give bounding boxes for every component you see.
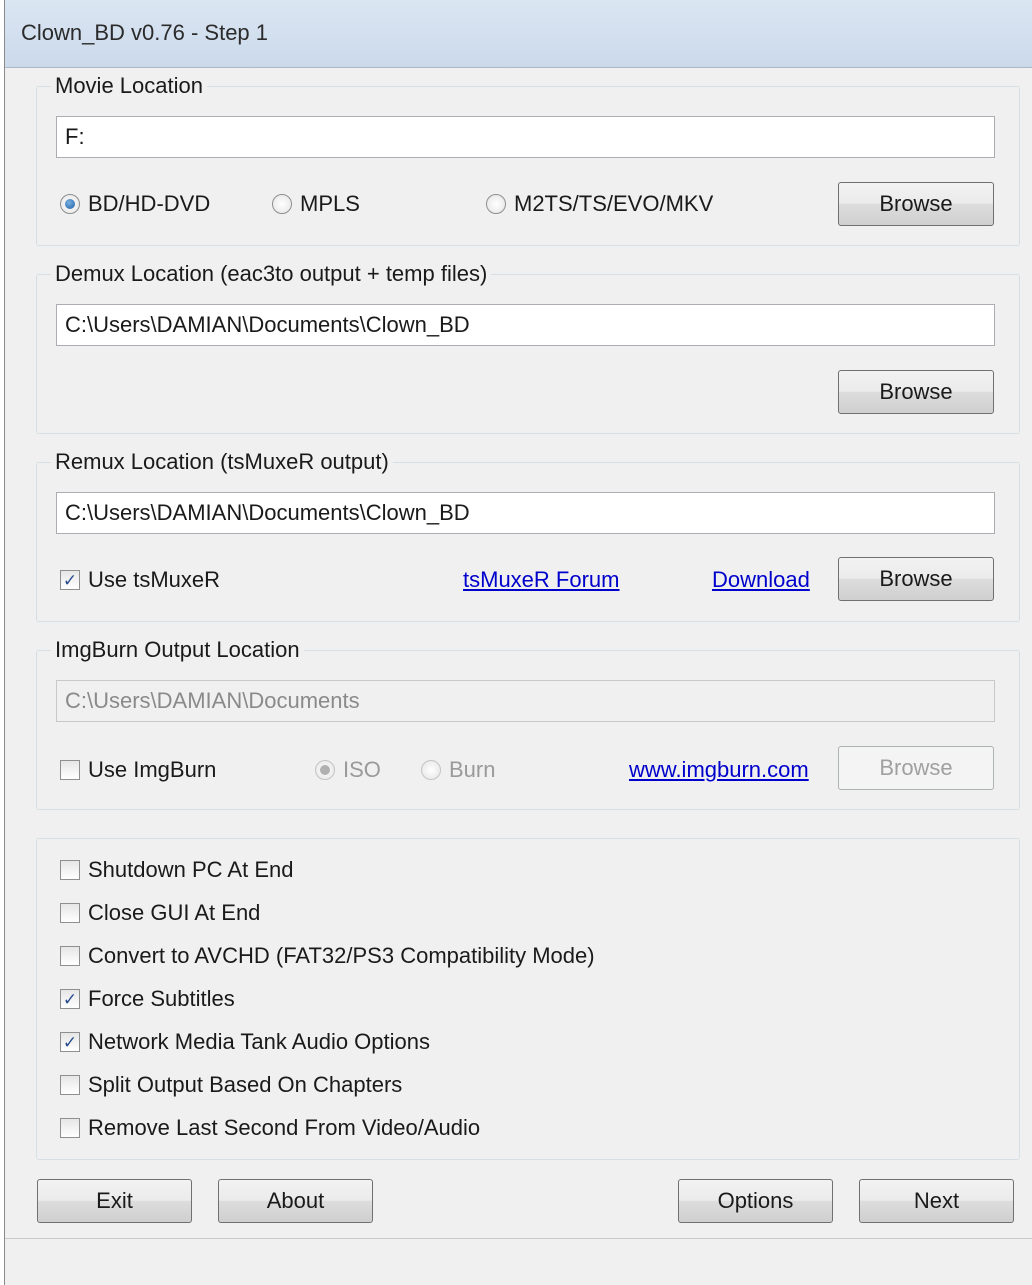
movie-browse-button[interactable]: Browse (838, 182, 994, 226)
next-button[interactable]: Next (859, 1179, 1014, 1223)
radio-iso-dot (315, 760, 335, 780)
option-force-subtitles-label: Force Subtitles (88, 986, 235, 1011)
radio-m2ts-label: M2TS/TS/EVO/MKV (514, 191, 714, 216)
option-remove-last-second-label: Remove Last Second From Video/Audio (88, 1115, 481, 1140)
option-avchd-box[interactable] (60, 946, 80, 966)
demux-path-input[interactable]: C:\Users\DAMIAN\Documents\Clown_BD (56, 304, 995, 346)
main-window: Clown_BD v0.76 - Step 1 Movie Location F… (4, 0, 1032, 1285)
imgburn-location-label: ImgBurn Output Location (51, 637, 304, 663)
option-force-subtitles[interactable]: ✓ Force Subtitles (60, 986, 235, 1012)
option-remove-last-second-box[interactable] (60, 1118, 80, 1138)
imgburn-path-input: C:\Users\DAMIAN\Documents (56, 680, 995, 722)
radio-m2ts-dot[interactable] (486, 194, 506, 214)
options-button[interactable]: Options (678, 1179, 833, 1223)
option-nmt-audio[interactable]: ✓ Network Media Tank Audio Options (60, 1029, 430, 1055)
use-tsmuxer-box[interactable]: ✓ (60, 570, 80, 590)
option-force-subtitles-box[interactable]: ✓ (60, 989, 80, 1009)
radio-burn-label: Burn (449, 757, 496, 782)
use-tsmuxer-checkbox[interactable]: ✓ Use tsMuxeR (60, 567, 220, 593)
option-close-gui[interactable]: Close GUI At End (60, 900, 260, 926)
remux-location-label: Remux Location (tsMuxeR output) (51, 449, 393, 475)
option-shutdown-label: Shutdown PC At End (88, 857, 294, 882)
movie-location-group: Movie Location F: BD/HD-DVD MPLS M2TS/TS… (36, 73, 1020, 246)
imgburn-location-group: ImgBurn Output Location C:\Users\DAMIAN\… (36, 637, 1020, 810)
window-title: Clown_BD v0.76 - Step 1 (21, 20, 269, 45)
radio-iso-label: ISO (343, 757, 381, 782)
radio-mpls-label: MPLS (300, 191, 360, 216)
imgburn-site-link[interactable]: www.imgburn.com (629, 757, 809, 783)
radio-bd-hddvd-label: BD/HD-DVD (88, 191, 211, 216)
option-remove-last-second[interactable]: Remove Last Second From Video/Audio (60, 1115, 480, 1141)
remux-location-group: Remux Location (tsMuxeR output) C:\Users… (36, 449, 1020, 622)
radio-iso: ISO (315, 757, 381, 783)
radio-burn: Burn (421, 757, 495, 783)
demux-browse-button[interactable]: Browse (838, 370, 994, 414)
demux-location-label: Demux Location (eac3to output + temp fil… (51, 261, 492, 287)
option-shutdown-box[interactable] (60, 860, 80, 880)
use-tsmuxer-label: Use tsMuxeR (88, 567, 221, 592)
use-imgburn-checkbox[interactable]: Use ImgBurn (60, 757, 216, 783)
radio-mpls-dot[interactable] (272, 194, 292, 214)
use-imgburn-label: Use ImgBurn (88, 757, 217, 782)
option-nmt-audio-label: Network Media Tank Audio Options (88, 1029, 430, 1054)
radio-bd-hddvd-dot[interactable] (60, 194, 80, 214)
option-shutdown[interactable]: Shutdown PC At End (60, 857, 293, 883)
demux-location-group: Demux Location (eac3to output + temp fil… (36, 261, 1020, 434)
tsmuxer-download-link[interactable]: Download (712, 567, 810, 593)
option-avchd-label: Convert to AVCHD (FAT32/PS3 Compatibilit… (88, 943, 595, 968)
option-avchd[interactable]: Convert to AVCHD (FAT32/PS3 Compatibilit… (60, 943, 595, 969)
tsmuxer-forum-link[interactable]: tsMuxeR Forum (463, 567, 619, 593)
option-close-gui-box[interactable] (60, 903, 80, 923)
remux-browse-button[interactable]: Browse (838, 557, 994, 601)
imgburn-browse-button: Browse (838, 746, 994, 790)
status-bar (5, 1238, 1032, 1285)
radio-bd-hddvd[interactable]: BD/HD-DVD (60, 191, 210, 217)
exit-button[interactable]: Exit (37, 1179, 192, 1223)
radio-mpls[interactable]: MPLS (272, 191, 360, 217)
option-split-chapters-box[interactable] (60, 1075, 80, 1095)
title-bar[interactable]: Clown_BD v0.76 - Step 1 (5, 0, 1032, 68)
radio-m2ts[interactable]: M2TS/TS/EVO/MKV (486, 191, 713, 217)
use-imgburn-box[interactable] (60, 760, 80, 780)
radio-burn-dot (421, 760, 441, 780)
about-button[interactable]: About (218, 1179, 373, 1223)
remux-path-input[interactable]: C:\Users\DAMIAN\Documents\Clown_BD (56, 492, 995, 534)
options-group: Shutdown PC At End Close GUI At End Conv… (36, 838, 1020, 1160)
option-split-chapters[interactable]: Split Output Based On Chapters (60, 1072, 402, 1098)
option-split-chapters-label: Split Output Based On Chapters (88, 1072, 403, 1097)
option-nmt-audio-box[interactable]: ✓ (60, 1032, 80, 1052)
option-close-gui-label: Close GUI At End (88, 900, 261, 925)
movie-location-label: Movie Location (51, 73, 207, 99)
movie-path-input[interactable]: F: (56, 116, 995, 158)
